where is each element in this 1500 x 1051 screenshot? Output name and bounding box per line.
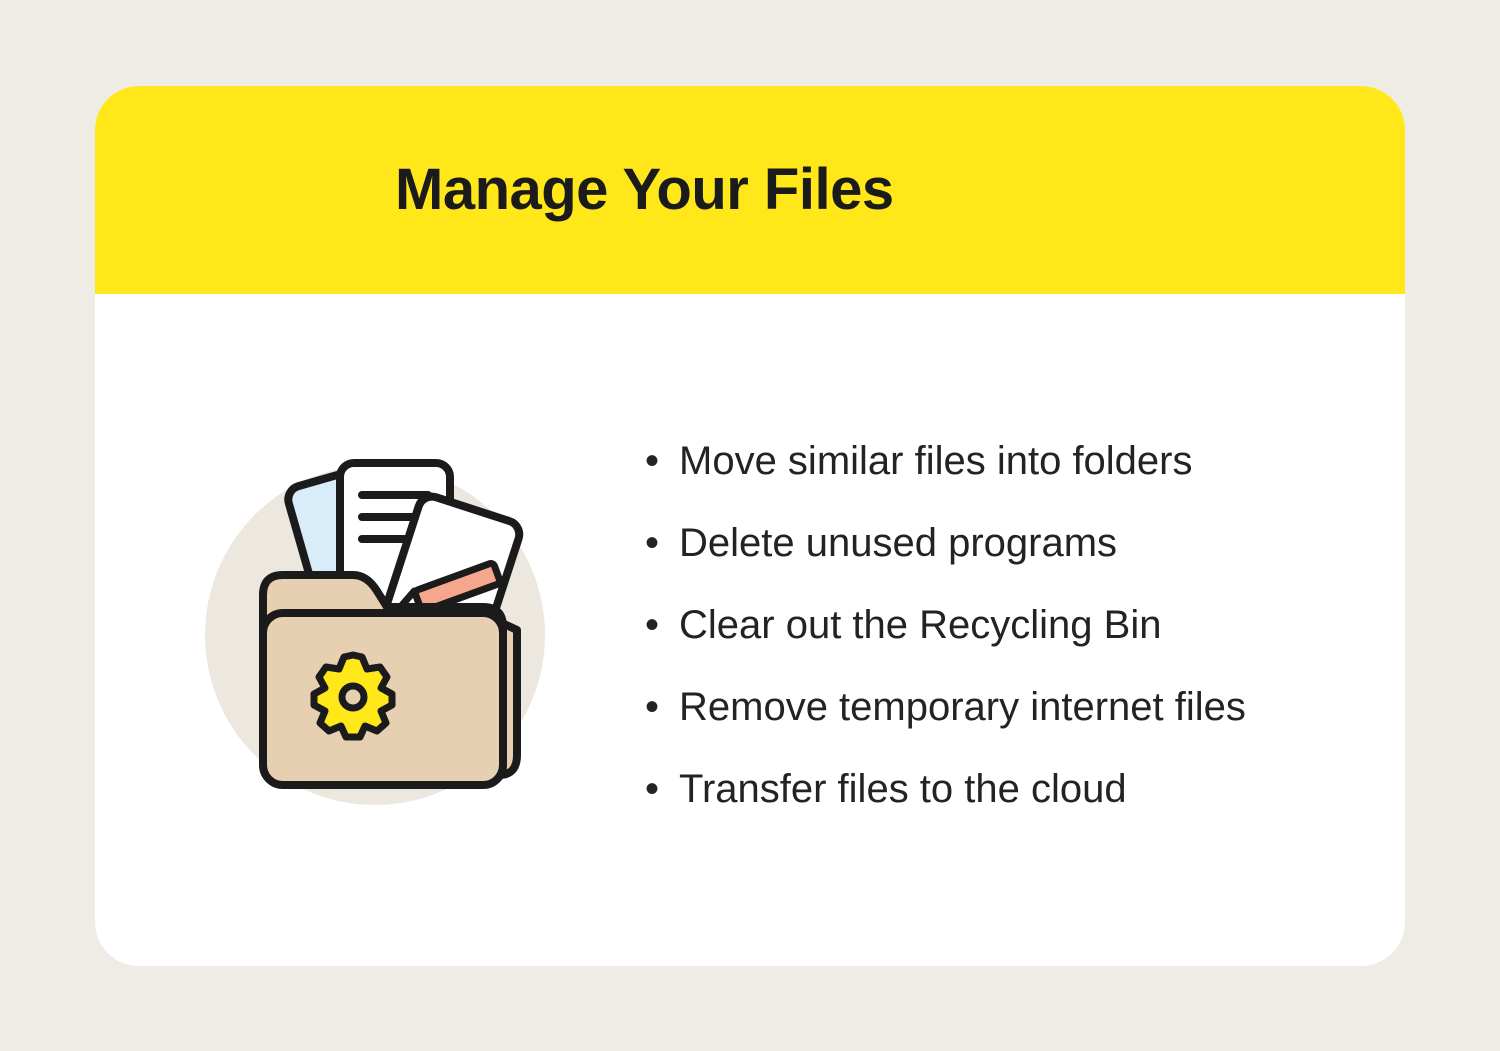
list-item: Clear out the Recycling Bin (645, 599, 1335, 651)
tip-text: Transfer files to the cloud (679, 767, 1127, 811)
tips-list: Move similar files into folders Delete u… (645, 435, 1335, 815)
tip-text: Delete unused programs (679, 521, 1117, 565)
tip-text: Move similar files into folders (679, 439, 1193, 483)
folder-documents-gear-icon (185, 435, 565, 815)
card-header: Manage Your Files (95, 86, 1405, 294)
list-item: Move similar files into folders (645, 435, 1335, 487)
list-item: Remove temporary internet files (645, 681, 1335, 733)
card-title: Manage Your Files (395, 156, 894, 223)
tip-text: Remove temporary internet files (679, 685, 1246, 729)
info-card: Manage Your Files (95, 86, 1405, 966)
card-body: Move similar files into folders Delete u… (95, 294, 1405, 966)
list-item: Transfer files to the cloud (645, 763, 1335, 815)
tip-text: Clear out the Recycling Bin (679, 603, 1161, 647)
list-item: Delete unused programs (645, 517, 1335, 569)
